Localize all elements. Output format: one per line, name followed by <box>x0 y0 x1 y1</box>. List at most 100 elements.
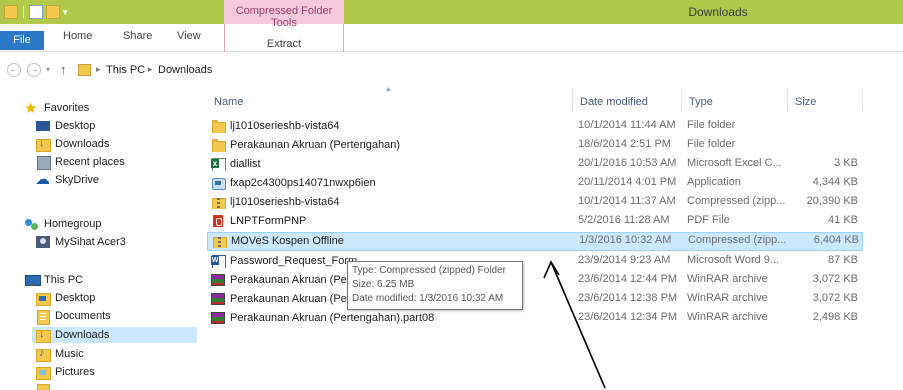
file-row-selected[interactable]: MOVeS Kospen Offline 1/3/2016 10:32 AM C… <box>207 232 863 251</box>
nav-homegroup[interactable]: Homegroup <box>24 216 101 232</box>
breadcrumb-downloads[interactable]: Downloads <box>158 64 212 76</box>
qat-dropdown-icon[interactable]: ▾ <box>63 7 68 18</box>
tab-home[interactable]: Home <box>63 30 92 42</box>
tab-view[interactable]: View <box>177 30 201 42</box>
file-date: 20/1/2016 10:53 AM <box>578 157 677 169</box>
breadcrumb-this-pc[interactable]: This PC <box>106 64 145 76</box>
file-date: 18/6/2014 2:51 PM <box>578 138 671 150</box>
file-type: Application <box>687 176 741 188</box>
nav-label: Desktop <box>55 292 96 304</box>
column-divider[interactable] <box>681 88 682 110</box>
documents-icon <box>35 309 51 325</box>
nav-label: SkyDrive <box>55 174 100 186</box>
tooltip-size: Size: 6.25 MB <box>352 279 415 290</box>
compressed-folder-tools-header: Compressed Folder Tools <box>224 0 344 29</box>
quick-access-toolbar: ▾ <box>4 4 68 20</box>
file-size: 20,390 KB <box>806 195 858 207</box>
column-divider[interactable] <box>572 88 573 110</box>
file-name: Password_Request_Form <box>230 255 358 267</box>
file-name: LNPTFormPNP <box>230 215 307 227</box>
file-type: File folder <box>687 138 736 150</box>
tab-file[interactable]: File <box>0 31 44 50</box>
file-size: 87 KB <box>828 254 858 266</box>
nav-homegroup-user[interactable]: MySihat Acer3 <box>35 234 126 250</box>
tab-share[interactable]: Share <box>123 30 152 42</box>
column-header-size[interactable]: Size <box>795 96 816 108</box>
file-type: WinRAR archive <box>687 311 768 323</box>
nav-favorites-desktop[interactable]: Desktop <box>35 118 95 134</box>
nav-favorites-recent-places[interactable]: Recent places <box>35 154 125 170</box>
nav-favorites-skydrive[interactable]: SkyDrive <box>35 170 100 188</box>
file-type: Compressed (zipp... <box>688 234 787 246</box>
downloads-icon <box>35 137 51 152</box>
toolbar-separator <box>23 6 24 18</box>
nav-label: Recent places <box>55 156 125 168</box>
file-row[interactable]: Perakaunan Akruan (Pertengahan).part08 2… <box>207 309 863 328</box>
nav-this-pc-pictures[interactable]: Pictures <box>35 364 95 380</box>
nav-this-pc-downloads[interactable]: Downloads <box>32 327 197 343</box>
tooltip-type: Type: Compressed (zipped) Folder <box>352 265 506 276</box>
folder-icon <box>211 119 226 133</box>
word-icon <box>211 254 226 268</box>
nav-label: Documents <box>55 310 111 322</box>
zip-folder-icon <box>211 195 226 209</box>
star-icon <box>24 99 40 117</box>
explorer-app-icon[interactable] <box>4 5 18 19</box>
file-row[interactable]: diallist 20/1/2016 10:53 AM Microsoft Ex… <box>207 155 863 174</box>
winrar-icon <box>211 274 225 286</box>
breadcrumb-separator-icon: ▸ <box>148 64 153 74</box>
back-button[interactable]: ← <box>7 63 21 77</box>
file-row[interactable]: lj1010serieshb-vista64 10/1/2014 11:44 A… <box>207 117 863 136</box>
file-size: 6,404 KB <box>813 234 859 246</box>
file-date: 20/11/2014 4:01 PM <box>578 176 677 188</box>
file-row[interactable]: Perakaunan Akruan (Pert 23/6/2014 12:44 … <box>207 271 863 290</box>
user-icon <box>35 235 51 249</box>
file-row[interactable]: LNPTFormPNP 5/2/2016 11:28 AM PDF File 4… <box>207 212 863 231</box>
column-header-type[interactable]: Type <box>689 96 713 108</box>
file-row[interactable]: Password_Request_Form 23/9/2014 9:23 AM … <box>207 252 863 271</box>
forward-button[interactable]: → <box>27 63 41 77</box>
column-divider[interactable] <box>787 88 788 110</box>
new-folder-icon[interactable] <box>46 5 60 19</box>
tab-extract[interactable]: Extract <box>224 38 344 50</box>
nav-this-pc[interactable]: This PC <box>24 272 83 288</box>
title-bar: ▾ Downloads <box>0 0 903 24</box>
column-header-name[interactable]: Name <box>214 96 243 108</box>
file-name: lj1010serieshb-vista64 <box>230 120 340 132</box>
file-size: 2,498 KB <box>812 311 858 323</box>
up-button[interactable]: ↑ <box>60 62 67 77</box>
column-header-date-modified[interactable]: Date modified <box>580 96 648 108</box>
nav-this-pc-music[interactable]: Music <box>35 346 84 362</box>
file-row[interactable]: Perakaunan Akruan (Pertengahan) 18/6/201… <box>207 136 863 155</box>
file-type: WinRAR archive <box>687 273 768 285</box>
file-name: fxap2c4300ps14071nwxp6ien <box>230 177 376 189</box>
column-divider[interactable] <box>862 88 863 110</box>
file-date: 23/6/2014 12:38 PM <box>578 292 678 304</box>
file-row[interactable]: lj1010serieshb-vista64 10/1/2014 11:37 A… <box>207 193 863 212</box>
file-date: 10/1/2014 11:44 AM <box>578 119 676 131</box>
file-date: 5/2/2016 11:28 AM <box>578 214 670 226</box>
file-row[interactable]: fxap2c4300ps14071nwxp6ien 20/11/2014 4:0… <box>207 174 863 193</box>
nav-favorites-downloads[interactable]: Downloads <box>35 136 109 152</box>
tooltip-date: Date modified: 1/3/2016 10:32 AM <box>352 293 504 304</box>
file-size: 4,344 KB <box>812 176 858 188</box>
file-type: Compressed (zipp... <box>687 195 786 207</box>
file-row[interactable]: Perakaunan Akruan (Pert 23/6/2014 12:38 … <box>207 290 863 309</box>
pictures-icon <box>35 365 51 380</box>
nav-label: Music <box>55 348 84 360</box>
homegroup-icon <box>24 217 40 231</box>
recent-locations-dropdown[interactable]: ▾ <box>46 65 50 74</box>
nav-label: Pictures <box>55 366 95 378</box>
nav-label: This PC <box>44 274 84 286</box>
application-icon <box>211 176 226 190</box>
sort-ascending-icon: ▲ <box>385 86 392 93</box>
nav-partial-item-icon <box>37 384 50 390</box>
downloads-icon <box>35 328 51 343</box>
nav-favorites[interactable]: Favorites <box>24 99 90 117</box>
file-name: Perakaunan Akruan (Pertengahan) <box>230 139 401 151</box>
properties-icon[interactable] <box>29 5 43 19</box>
nav-this-pc-desktop[interactable]: Desktop <box>35 290 95 306</box>
nav-this-pc-documents[interactable]: Documents <box>35 308 111 325</box>
nav-label: Favorites <box>44 102 90 114</box>
file-size: 41 KB <box>828 214 858 226</box>
